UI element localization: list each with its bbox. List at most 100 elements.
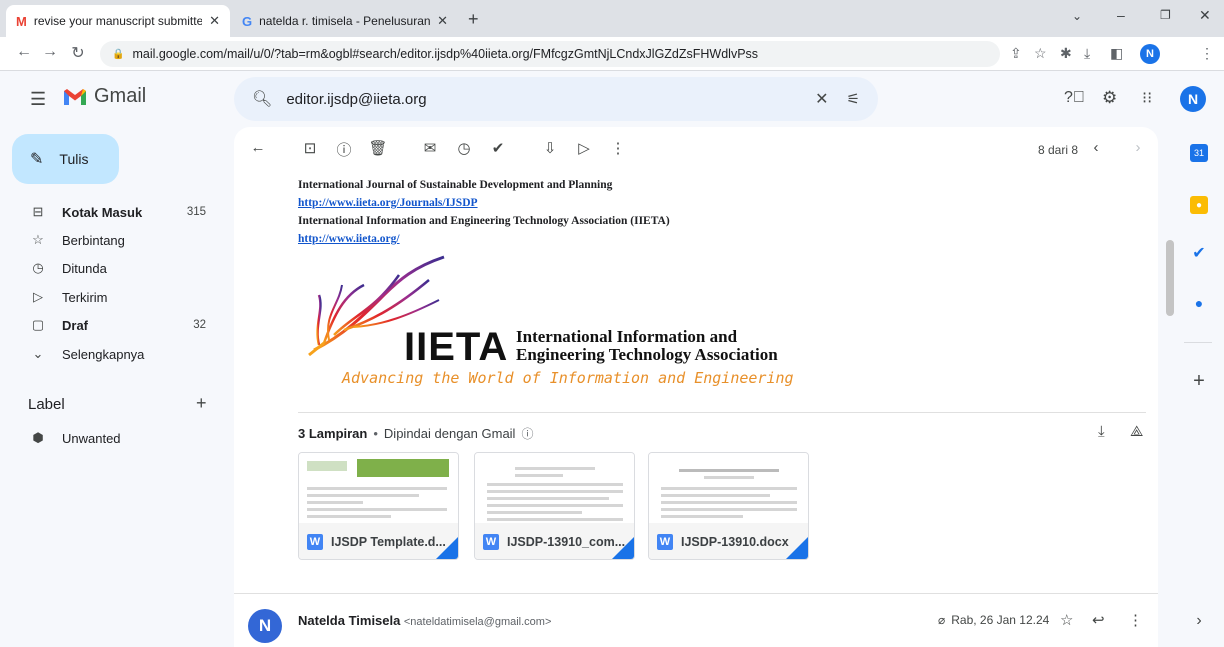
star-message-icon[interactable]: ☆ bbox=[1060, 611, 1073, 629]
bookmark-star-icon[interactable]: ☆ bbox=[1034, 45, 1047, 62]
nav-item-more[interactable]: ⌄ Selengkapnya bbox=[0, 340, 222, 368]
browser-menu-icon[interactable]: ⋮ bbox=[1200, 45, 1214, 62]
attachment-card[interactable]: W IJSDP Template.d... bbox=[298, 452, 459, 560]
new-tab-plus-icon[interactable]: + bbox=[468, 9, 479, 30]
calendar-icon[interactable]: 31 bbox=[1190, 144, 1208, 162]
attachments-header: 3 Lampiran • Dipindai dengan Gmail ⓘ bbox=[298, 425, 533, 442]
iieta-tagline: Advancing the World of Information and E… bbox=[342, 369, 794, 387]
share-icon[interactable]: ⇪ bbox=[1010, 45, 1022, 62]
download-all-icon[interactable]: ⤓ bbox=[1098, 423, 1105, 440]
keep-icon[interactable]: ● bbox=[1190, 196, 1208, 214]
message-more-icon[interactable]: ⋮ bbox=[1128, 611, 1143, 629]
newer-chevron-icon[interactable]: ‹ bbox=[1086, 139, 1106, 156]
tasks-icon[interactable]: ✔ bbox=[1190, 244, 1208, 262]
search-bar[interactable]: 🔍︎ editor.ijsdp@iieta.org ✕ ⚟ bbox=[234, 77, 878, 121]
gmail-logo-text: Gmail bbox=[94, 85, 147, 107]
search-input[interactable]: editor.ijsdp@iieta.org bbox=[286, 91, 815, 108]
pencil-icon: ✎ bbox=[30, 151, 44, 168]
restore-icon[interactable]: ❐ bbox=[1160, 8, 1171, 22]
minimize-icon[interactable]: – bbox=[1117, 7, 1125, 23]
search-options-icon[interactable]: ⚟ bbox=[847, 90, 860, 108]
save-to-drive-icon[interactable]: ⟁ bbox=[1130, 423, 1143, 440]
close-tab-icon[interactable]: ✕ bbox=[209, 13, 220, 29]
signature-association-link[interactable]: http://www.iieta.org/ bbox=[298, 233, 400, 245]
attachment-name: IJSDP-13910_com... bbox=[507, 535, 626, 549]
close-tab-icon[interactable]: ✕ bbox=[437, 13, 448, 29]
nav-item-drafts[interactable]: ▢ Draf 32 bbox=[0, 311, 222, 339]
nav-item-sent[interactable]: ▷ Terkirim bbox=[0, 283, 222, 311]
archive-icon[interactable]: ⊡ bbox=[300, 139, 320, 157]
add-label-plus-icon[interactable]: + bbox=[196, 393, 207, 414]
message-toolbar: ← ⊡ ⓘ 🗑︎ ✉ ◷ ✔ ⇩ ▷ ⋮ 8 dari 8 ‹ › bbox=[234, 127, 1158, 171]
delete-trash-icon[interactable]: 🗑︎ bbox=[368, 139, 388, 157]
contacts-icon[interactable]: ● bbox=[1190, 294, 1208, 312]
main-menu-icon[interactable]: ☰ bbox=[30, 89, 46, 110]
label-as-icon[interactable]: ▷ bbox=[574, 139, 594, 157]
next-message-sender-line[interactable]: Natelda Timisela <nateldatimisela@gmail.… bbox=[298, 613, 551, 628]
nav-label: Berbintang bbox=[62, 232, 125, 248]
iieta-acronym: IIETA bbox=[404, 325, 509, 369]
add-task-icon[interactable]: ✔ bbox=[488, 139, 508, 157]
compose-button[interactable]: ✎ Tulis bbox=[12, 134, 119, 184]
inbox-icon: ⊟ bbox=[32, 204, 44, 219]
nav-item-snoozed[interactable]: ◷ Ditunda bbox=[0, 254, 222, 282]
compose-label: Tulis bbox=[59, 151, 89, 167]
attachment-card[interactable]: W IJSDP-13910.docx bbox=[648, 452, 809, 560]
signature-journal-link[interactable]: http://www.iieta.org/Journals/IJSDP bbox=[298, 197, 478, 209]
move-to-icon[interactable]: ⇩ bbox=[540, 139, 560, 157]
attachment-name: IJSDP Template.d... bbox=[331, 535, 446, 549]
mark-unread-icon[interactable]: ✉ bbox=[420, 139, 440, 157]
signature-journal: International Journal of Sustainable Dev… bbox=[298, 179, 613, 191]
nav-item-inbox[interactable]: ⊟ Kotak Masuk 315 bbox=[0, 198, 222, 226]
attachment-card[interactable]: W IJSDP-13910_com... bbox=[474, 452, 635, 560]
scrollbar-thumb[interactable] bbox=[1166, 240, 1174, 316]
tab-title: revise your manuscript submitte bbox=[33, 14, 203, 28]
reload-icon[interactable]: ↻ bbox=[68, 43, 88, 63]
side-panel-icon[interactable]: ◧ bbox=[1110, 45, 1123, 62]
page-fold bbox=[436, 537, 458, 559]
attachments-scanned: Dipindai dengan Gmail bbox=[383, 426, 516, 441]
lock-icon: 🔒 bbox=[112, 48, 125, 60]
forward-arrow-icon[interactable]: → bbox=[40, 43, 60, 61]
url-field[interactable]: 🔒 mail.google.com/mail/u/0/?tab=rm&ogbl#… bbox=[100, 41, 1000, 67]
chevron-down-icon: ⌄ bbox=[32, 346, 44, 361]
gmail-account-avatar[interactable]: N bbox=[1180, 86, 1206, 112]
browser-tab-google[interactable]: G natelda r. timisela - Penelusuran ✕ bbox=[232, 5, 458, 37]
browser-profile-avatar[interactable]: N bbox=[1140, 44, 1160, 64]
older-chevron-icon[interactable]: › bbox=[1128, 139, 1148, 156]
attachment-preview bbox=[649, 453, 808, 523]
download-icon[interactable]: ⤓ bbox=[1084, 45, 1090, 62]
more-options-icon[interactable]: ⋮ bbox=[608, 139, 628, 157]
info-icon[interactable]: ⓘ bbox=[521, 425, 533, 442]
back-arrow-icon[interactable]: ← bbox=[14, 43, 34, 61]
iieta-name-line2: Engineering Technology Association bbox=[516, 345, 778, 364]
reply-icon[interactable]: ↩ bbox=[1092, 611, 1105, 629]
browser-tab-gmail[interactable]: M revise your manuscript submitte ✕ bbox=[6, 5, 230, 37]
labels-heading: Label bbox=[28, 396, 65, 413]
sender-email: <nateldatimisela@gmail.com> bbox=[403, 616, 552, 628]
clear-search-icon[interactable]: ✕ bbox=[815, 89, 828, 109]
snooze-clock-icon[interactable]: ◷ bbox=[454, 139, 474, 157]
apps-grid-icon[interactable]: ⁝⁝ bbox=[1142, 88, 1152, 108]
tab-search-chevron-icon[interactable]: ⌄ bbox=[1072, 9, 1082, 23]
show-side-panel-chevron-icon[interactable]: › bbox=[1190, 612, 1208, 630]
gmail-header: ☰ Gmail 🔍︎ editor.ijsdp@iieta.org ✕ ⚟ ?⃝… bbox=[0, 71, 1224, 127]
gmail-logo[interactable]: Gmail bbox=[62, 85, 146, 108]
search-icon[interactable]: 🔍︎ bbox=[252, 89, 272, 109]
help-icon[interactable]: ?⃝ bbox=[1064, 89, 1085, 107]
back-to-list-icon[interactable]: ← bbox=[248, 139, 268, 156]
draft-file-icon: ▢ bbox=[31, 317, 45, 332]
report-spam-icon[interactable]: ⓘ bbox=[334, 139, 354, 160]
nav-count: 32 bbox=[193, 319, 206, 331]
nav-item-starred[interactable]: ☆ Berbintang bbox=[0, 226, 222, 254]
get-addons-plus-icon[interactable]: + bbox=[1190, 370, 1208, 392]
label-item-unwanted[interactable]: ⬢ Unwanted bbox=[0, 424, 222, 452]
window-close-icon[interactable]: ✕ bbox=[1199, 7, 1211, 24]
message-date: Rab, 26 Jan 12.24 bbox=[951, 613, 1050, 627]
extensions-puzzle-icon[interactable]: ✱ bbox=[1060, 45, 1072, 62]
label-tag-icon: ⬢ bbox=[32, 430, 44, 445]
word-doc-icon: W bbox=[657, 534, 673, 550]
send-icon: ▷ bbox=[33, 289, 43, 304]
side-divider bbox=[1184, 342, 1212, 343]
settings-gear-icon[interactable]: ⚙ bbox=[1102, 88, 1117, 108]
